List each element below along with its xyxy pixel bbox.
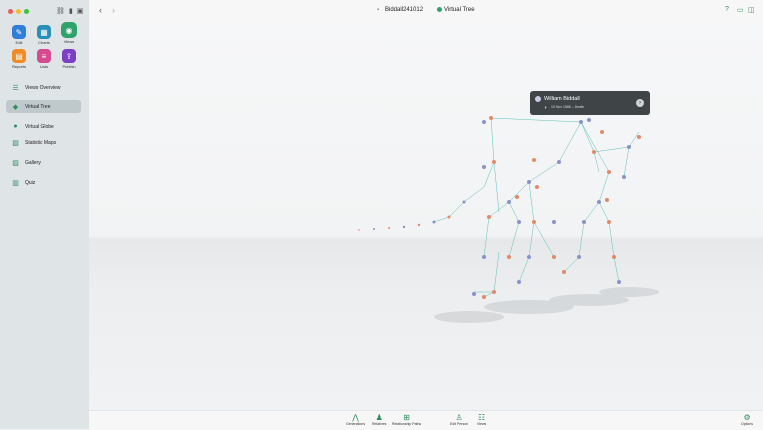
publish-icon: ⇪ [62, 49, 76, 63]
relatives-icon: ♟ [375, 413, 383, 422]
top-bar: ‹ › ▪ Biddall241012 Virtual Tree ? ▭ ◫ [89, 0, 763, 23]
list-grid-icon: ☰ [12, 84, 19, 92]
edit-person-label: Edit Person [450, 422, 469, 426]
sidebar-item-views-overview[interactable]: ☰ Views Overview [6, 81, 81, 94]
sidebar-item-virtual-tree[interactable]: ◆ Virtual Tree [6, 100, 81, 113]
person-tooltip[interactable]: William Biddall ✝ 10 Nov 1586 – Death › [530, 91, 650, 115]
views-bottom-button[interactable]: ☷ Views [477, 413, 486, 426]
views-label: Views [63, 39, 75, 44]
sidebar-item-quiz[interactable]: ▥ Quiz [6, 176, 81, 189]
options-button[interactable]: ⚙ Options [741, 413, 753, 426]
list-icon: ≡ [37, 49, 51, 63]
sidebar-toolbar: ⛓ ▮ ▣ [56, 7, 83, 15]
charts-icon: ▦ [37, 25, 51, 39]
views-bottom-label: Views [477, 422, 487, 426]
relationship-paths-label: Relationship Paths [392, 422, 422, 426]
lists-button[interactable]: ≡ Lists [31, 49, 57, 69]
bottom-toolbar: ⋀ Generations ♟ Relatives ⊞ Relationship… [89, 410, 763, 430]
map-icon: ▧ [12, 139, 19, 147]
relatives-label: Relatives [372, 422, 387, 426]
sidebar-item-gallery[interactable]: ▨ Gallery [6, 156, 81, 169]
options-label: Options [741, 422, 754, 426]
sidebar-item-label: Views Overview [25, 84, 61, 91]
tree-person-nodes[interactable] [358, 116, 641, 299]
window-icon[interactable]: ▭ [737, 6, 744, 14]
relationship-paths-icon: ⊞ [403, 413, 410, 422]
publish-button[interactable]: ⇪ Publish [56, 49, 82, 69]
virtual-tree-canvas[interactable]: William Biddall ✝ 10 Nov 1586 – Death › [89, 22, 763, 410]
cube-icon: ◆ [12, 103, 19, 111]
options-icon: ⚙ [743, 413, 751, 422]
sidebar-item-label: Virtual Globe [25, 123, 54, 130]
report-icon: ▤ [12, 49, 26, 63]
lists-label: Lists [39, 64, 49, 69]
zoom-window-button[interactable] [24, 9, 29, 14]
view-status-icon [437, 7, 442, 12]
generations-button[interactable]: ⋀ Generations [346, 413, 365, 426]
edit-label: Edit [15, 40, 23, 45]
bookmark-icon[interactable]: ▮ [69, 7, 73, 15]
charts-label: Charts [38, 40, 50, 45]
view-title: Virtual Tree [444, 7, 475, 13]
sidebar-item-virtual-globe[interactable]: ● Virtual Globe [6, 120, 81, 133]
globe-icon: ● [13, 123, 18, 130]
gallery-icon: ▨ [12, 159, 19, 167]
reports-label: Reports [11, 64, 26, 69]
reports-button[interactable]: ▤ Reports [6, 49, 32, 69]
publish-label: Publish [62, 64, 76, 69]
tree-connections [433, 117, 640, 298]
sidebar-item-label: Statistic Maps [25, 139, 57, 146]
relationship-paths-button[interactable]: ⊞ Relationship Paths [392, 413, 421, 426]
open-person-icon[interactable]: › [636, 99, 644, 107]
link-icon[interactable]: ⛓ [56, 7, 65, 15]
generations-icon: ⋀ [352, 413, 359, 422]
sidebar-item-label: Gallery [25, 159, 41, 166]
edit-person-icon: ♙ [455, 413, 463, 422]
close-window-button[interactable] [8, 9, 13, 14]
family-tree-3d[interactable] [89, 22, 763, 410]
sidebar-item-statistic-maps[interactable]: ▧ Statistic Maps [6, 136, 81, 149]
quiz-icon: ▥ [12, 179, 19, 187]
edit-button[interactable]: ✎ Edit [6, 25, 32, 45]
birth-icon: ✝ [544, 105, 548, 110]
charts-button[interactable]: ▦ Charts [31, 25, 57, 45]
sidebar: ⛓ ▮ ▣ ✎ Edit ▦ Charts ◉ Views ▤ Reports … [0, 0, 90, 429]
relatives-button[interactable]: ♟ Relatives [372, 413, 386, 426]
sidebar-item-label: Quiz [25, 179, 36, 186]
pencil-icon: ✎ [12, 25, 26, 39]
sidebar-toggle-icon[interactable]: ◫ [748, 6, 755, 14]
generations-label: Generations [346, 422, 366, 426]
forward-arrow-icon[interactable]: › [112, 5, 115, 15]
back-arrow-icon[interactable]: ‹ [99, 5, 102, 15]
stack-icon[interactable]: ▣ [77, 7, 84, 15]
eye-icon: ◉ [61, 22, 77, 38]
tree-shadows [434, 287, 659, 323]
document-title: Biddall241012 [385, 7, 424, 13]
document-icon: ▪ [377, 7, 380, 13]
person-name: William Biddall [544, 96, 580, 102]
edit-person-button[interactable]: ♙ Edit Person [450, 413, 468, 426]
views-icon: ☷ [478, 413, 486, 422]
sidebar-item-label: Virtual Tree [25, 103, 51, 110]
views-button[interactable]: ◉ Views [56, 22, 82, 44]
minimize-window-button[interactable] [16, 9, 21, 14]
person-avatar-icon [535, 96, 541, 102]
person-dates: 10 Nov 1586 – Death [551, 105, 585, 109]
help-icon[interactable]: ? [725, 6, 729, 13]
